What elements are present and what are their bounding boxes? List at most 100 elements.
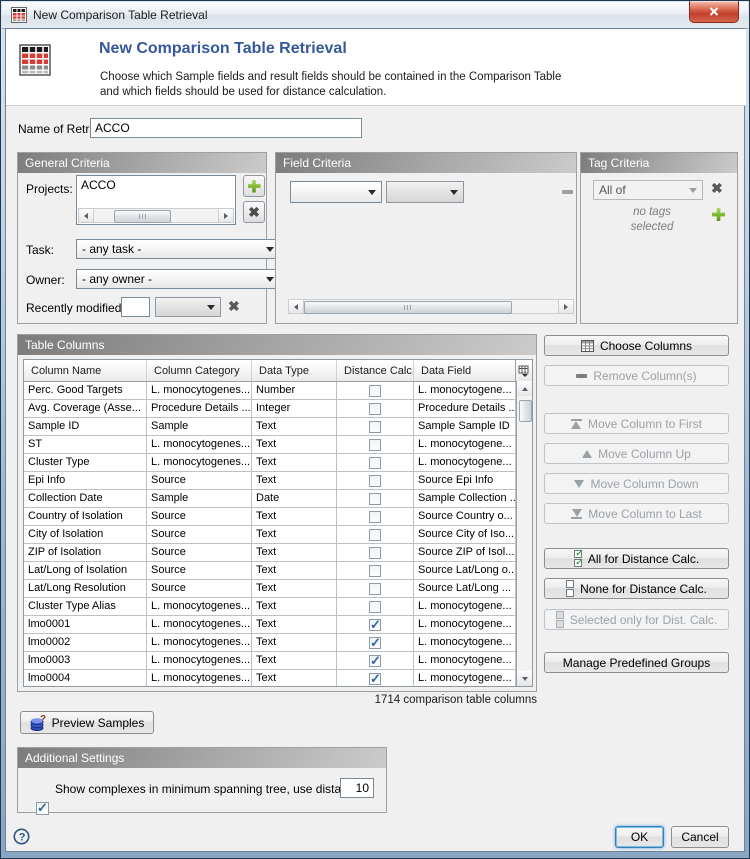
distance-calc-checkbox[interactable] xyxy=(369,529,381,541)
table-vscrollbar[interactable] xyxy=(516,381,532,686)
cell-column-category[interactable]: L. monocytogenes... xyxy=(147,382,252,399)
scrollbar-thumb[interactable] xyxy=(519,400,532,422)
close-button[interactable] xyxy=(689,1,739,23)
add-tag-icon[interactable] xyxy=(712,208,725,221)
cell-column-category[interactable]: L. monocytogenes... xyxy=(147,436,252,453)
cell-data-type[interactable]: Text xyxy=(252,562,337,579)
distance-calc-checkbox[interactable] xyxy=(369,385,381,397)
cell-column-name[interactable]: lmo0003 xyxy=(24,652,147,669)
cell-column-name[interactable]: Avg. Coverage (Asse... xyxy=(24,400,147,417)
table-row[interactable]: Cluster TypeL. monocytogenes...TextL. mo… xyxy=(24,454,532,472)
cell-column-category[interactable]: L. monocytogenes... xyxy=(147,616,252,633)
remove-project-button[interactable]: ✖ xyxy=(243,201,265,223)
cell-data-field[interactable]: L. monocytogene... xyxy=(414,598,516,615)
field-criteria-hscrollbar[interactable] xyxy=(288,299,574,314)
cell-data-type[interactable]: Integer xyxy=(252,400,337,417)
table-row[interactable]: lmo0001L. monocytogenes...TextL. monocyt… xyxy=(24,616,532,634)
projects-listbox[interactable]: ACCO xyxy=(76,175,236,225)
cell-column-name[interactable]: Epi Info xyxy=(24,472,147,489)
cell-column-name[interactable]: lmo0004 xyxy=(24,670,147,686)
remove-criterion-icon[interactable] xyxy=(562,190,573,194)
cell-data-field[interactable]: Source City of Iso... xyxy=(414,526,516,543)
cell-column-category[interactable]: Source xyxy=(147,508,252,525)
clear-tags-icon[interactable]: ✖ xyxy=(711,181,723,195)
titlebar[interactable]: New Comparison Table Retrieval xyxy=(2,2,748,29)
cell-data-type[interactable]: Text xyxy=(252,436,337,453)
scroll-right-button[interactable] xyxy=(218,209,233,222)
remove-columns-button[interactable]: Remove Column(s) xyxy=(544,365,729,386)
table-row[interactable]: Country of IsolationSourceTextSource Cou… xyxy=(24,508,532,526)
field-criteria-operator-dropdown[interactable] xyxy=(386,181,464,203)
table-row[interactable]: Cluster Type AliasL. monocytogenes...Tex… xyxy=(24,598,532,616)
column-header-distance[interactable]: Distance Calc. xyxy=(337,360,414,381)
cell-column-category[interactable]: Source xyxy=(147,526,252,543)
distance-calc-checkbox[interactable] xyxy=(369,619,381,631)
cell-data-field[interactable]: Source Epi Info xyxy=(414,472,516,489)
preview-samples-button[interactable]: ? Preview Samples xyxy=(20,711,154,734)
tag-mode-dropdown[interactable]: All of xyxy=(593,180,703,200)
field-criteria-field-dropdown[interactable] xyxy=(290,181,382,203)
distance-value-input[interactable] xyxy=(340,778,374,798)
distance-calc-checkbox[interactable] xyxy=(369,583,381,595)
cell-data-field[interactable]: L. monocytogene... xyxy=(414,382,516,399)
cell-data-field[interactable]: Source Country o... xyxy=(414,508,516,525)
cell-column-category[interactable]: Procedure Details ... xyxy=(147,400,252,417)
cell-column-name[interactable]: ZIP of Isolation xyxy=(24,544,147,561)
recently-modified-unit-dropdown[interactable] xyxy=(155,297,221,317)
cell-column-category[interactable]: Source xyxy=(147,562,252,579)
table-row[interactable]: Avg. Coverage (Asse...Procedure Details … xyxy=(24,400,532,418)
column-header-datatype[interactable]: Data Type xyxy=(252,360,337,381)
cell-column-name[interactable]: Collection Date xyxy=(24,490,147,507)
column-selector-button[interactable] xyxy=(515,360,532,381)
table-row[interactable]: Lat/Long of IsolationSourceTextSource La… xyxy=(24,562,532,580)
cell-column-category[interactable]: Source xyxy=(147,472,252,489)
distance-calc-checkbox[interactable] xyxy=(369,457,381,469)
cell-data-type[interactable]: Text xyxy=(252,526,337,543)
choose-columns-button[interactable]: Choose Columns xyxy=(544,335,729,356)
cell-column-category[interactable]: L. monocytogenes... xyxy=(147,634,252,651)
cell-data-type[interactable]: Text xyxy=(252,472,337,489)
move-column-up-button[interactable]: Move Column Up xyxy=(544,443,729,464)
cell-column-category[interactable]: L. monocytogenes... xyxy=(147,652,252,669)
cell-data-field[interactable]: L. monocytogene... xyxy=(414,652,516,669)
cell-column-category[interactable]: Source xyxy=(147,544,252,561)
scroll-right-button[interactable] xyxy=(558,300,573,313)
cell-data-field[interactable]: Sample Sample ID xyxy=(414,418,516,435)
column-header-category[interactable]: Column Category xyxy=(147,360,252,381)
retrieval-name-input[interactable] xyxy=(90,118,362,138)
cell-column-name[interactable]: City of Isolation xyxy=(24,526,147,543)
owner-dropdown[interactable]: - any owner - xyxy=(76,269,280,289)
cell-column-category[interactable]: L. monocytogenes... xyxy=(147,598,252,615)
distance-calc-checkbox[interactable] xyxy=(369,565,381,577)
cancel-button[interactable]: Cancel xyxy=(671,826,729,848)
distance-calc-checkbox[interactable] xyxy=(369,421,381,433)
distance-calc-checkbox[interactable] xyxy=(369,439,381,451)
distance-calc-checkbox[interactable] xyxy=(369,493,381,505)
cell-data-field[interactable]: L. monocytogene... xyxy=(414,616,516,633)
cell-column-category[interactable]: L. monocytogenes... xyxy=(147,454,252,471)
table-row[interactable]: ZIP of IsolationSourceTextSource ZIP of … xyxy=(24,544,532,562)
task-dropdown[interactable]: - any task - xyxy=(76,239,280,259)
column-header-name[interactable]: Column Name xyxy=(24,360,147,381)
projects-list-item[interactable]: ACCO xyxy=(77,176,235,192)
table-row[interactable]: lmo0004L. monocytogenes...TextL. monocyt… xyxy=(24,670,532,686)
projects-hscrollbar[interactable] xyxy=(78,208,234,223)
move-column-first-button[interactable]: Move Column to First xyxy=(544,413,729,434)
cell-data-field[interactable]: L. monocytogene... xyxy=(414,634,516,651)
cell-data-field[interactable]: Source ZIP of Isol... xyxy=(414,544,516,561)
table-row[interactable]: Sample IDSampleTextSample Sample ID xyxy=(24,418,532,436)
cell-data-type[interactable]: Text xyxy=(252,670,337,686)
all-distance-button[interactable]: All for Distance Calc. xyxy=(544,548,729,569)
table-row[interactable]: Perc. Good TargetsL. monocytogenes...Num… xyxy=(24,382,532,400)
cell-data-type[interactable]: Text xyxy=(252,634,337,651)
distance-calc-checkbox[interactable] xyxy=(369,601,381,613)
column-header-datafield[interactable]: Data Field xyxy=(414,360,516,381)
scroll-left-button[interactable] xyxy=(79,209,94,222)
cell-data-type[interactable]: Text xyxy=(252,598,337,615)
cell-data-field[interactable]: Sample Collection ... xyxy=(414,490,516,507)
cell-data-field[interactable]: Procedure Details ... xyxy=(414,400,516,417)
table-row[interactable]: Collection DateSampleDateSample Collecti… xyxy=(24,490,532,508)
cell-column-category[interactable]: Sample xyxy=(147,418,252,435)
move-column-down-button[interactable]: Move Column Down xyxy=(544,473,729,494)
cell-column-name[interactable]: Cluster Type xyxy=(24,454,147,471)
